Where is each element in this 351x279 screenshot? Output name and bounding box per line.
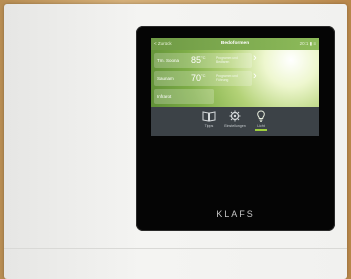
bottom-toolbar: Tipps Einstellungen Licht xyxy=(151,107,319,136)
toolbar-label: Licht xyxy=(257,124,265,128)
mode-description: Programm und Bedfaren xyxy=(216,56,238,64)
screen-header: < Zurück Bedoformen 20:1 ▮ ≡ xyxy=(151,38,319,50)
toolbar-einstellungen[interactable]: Einstellungen xyxy=(223,110,247,128)
mode-temperature: 85°C xyxy=(191,55,206,65)
toolbar-tipps[interactable]: Tipps xyxy=(197,110,221,128)
mode-label: Infrarot xyxy=(157,94,172,99)
toolbar-label: Einstellungen xyxy=(224,124,246,128)
touch-screen[interactable]: < Zurück Bedoformen 20:1 ▮ ≡ Tm. Soona 8… xyxy=(151,38,319,136)
mode-description: Programm und Führung xyxy=(216,74,238,82)
mode-temperature: 70°C xyxy=(191,73,206,83)
mode-list: Tm. Soona 85°C Programm und Bedfaren › S… xyxy=(151,50,319,107)
mode-label: Tm. Soona xyxy=(157,58,180,63)
housing-seam xyxy=(4,248,347,249)
mode-row-infrarot[interactable]: Infrarot xyxy=(154,89,214,104)
mode-row-tm-soona[interactable]: Tm. Soona 85°C Programm und Bedfaren › xyxy=(154,52,257,68)
mode-label: Saunam xyxy=(157,76,174,81)
brand-logo: KLAFS xyxy=(216,209,255,219)
active-indicator xyxy=(255,129,267,131)
lightbulb-icon xyxy=(257,110,265,122)
status-indicators: 20:1 ▮ ≡ xyxy=(299,41,316,46)
screen-title: Bedoformen xyxy=(220,41,250,46)
gear-icon xyxy=(229,110,241,122)
chevron-right-icon[interactable]: › xyxy=(253,52,257,64)
toolbar-licht[interactable]: Licht xyxy=(249,110,273,131)
chevron-right-icon[interactable]: › xyxy=(253,70,257,82)
toolbar-label: Tipps xyxy=(204,124,214,128)
mode-row-saunam[interactable]: Saunam 70°C Programm und Führung › xyxy=(154,70,257,86)
book-icon xyxy=(202,111,216,122)
